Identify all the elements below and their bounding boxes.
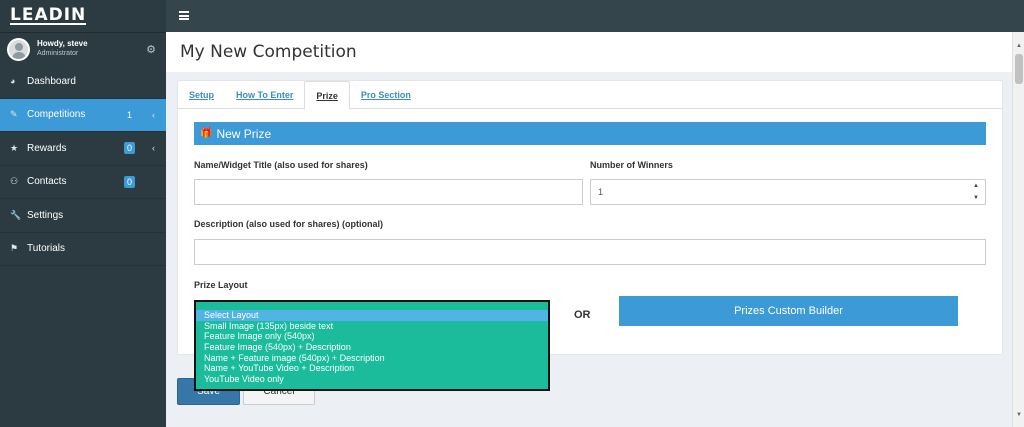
sidebar: LEADIN Howdy, steve Administrator ⚙ ◕ Da… bbox=[0, 0, 166, 427]
top-navbar bbox=[166, 0, 1024, 32]
tabs: Setup How To Enter Prize Pro Section bbox=[178, 81, 1002, 110]
stepper-down-icon[interactable]: ▼ bbox=[967, 192, 985, 204]
star-icon: ★ bbox=[10, 142, 19, 153]
sidebar-item-settings[interactable]: 🔧 Settings bbox=[0, 199, 166, 233]
scroll-up-icon[interactable]: ▲ bbox=[1013, 40, 1024, 52]
tab-setup[interactable]: Setup bbox=[178, 81, 225, 109]
competitions-count-badge: 1 bbox=[127, 109, 133, 120]
gift-icon: 🎁 bbox=[200, 128, 213, 139]
users-icon: ⚇ bbox=[10, 176, 19, 187]
name-field-label: Name/Widget Title (also used for shares) bbox=[194, 160, 368, 170]
prizes-custom-builder-button[interactable]: Prizes Custom Builder bbox=[619, 296, 958, 326]
description-input[interactable] bbox=[194, 239, 986, 265]
layout-option[interactable]: Small Image (135px) beside text bbox=[196, 321, 548, 332]
wrench-icon: 🔧 bbox=[10, 209, 22, 220]
sidebar-item-competitions[interactable]: ✎ Competitions 1 ‹ bbox=[0, 98, 166, 132]
user-role: Administrator bbox=[37, 50, 79, 57]
tab-how-to-enter[interactable]: How To Enter bbox=[225, 81, 304, 109]
scroll-down-icon[interactable]: ▼ bbox=[1013, 409, 1024, 421]
dashboard-icon: ◕ bbox=[10, 76, 16, 87]
tab-prize[interactable]: Prize bbox=[304, 81, 350, 110]
competition-form-box: Setup How To Enter Prize Pro Section 🎁 N… bbox=[177, 80, 1003, 391]
sidebar-menu: ◕ Dashboard ✎ Competitions 1 ‹ ★ Rewards… bbox=[0, 65, 166, 266]
layout-option[interactable]: Name + Feature image (540px) + Descripti… bbox=[196, 353, 548, 364]
pencil-icon: ✎ bbox=[10, 109, 18, 120]
layout-option[interactable]: YouTube Video only bbox=[196, 374, 548, 385]
prize-layout-label: Prize Layout bbox=[194, 280, 248, 290]
rewards-count-badge: 0 bbox=[124, 142, 136, 154]
brand-logo[interactable]: LEADIN bbox=[0, 0, 166, 32]
sidebar-item-dashboard[interactable]: ◕ Dashboard bbox=[0, 65, 166, 99]
tab-pro-section[interactable]: Pro Section bbox=[350, 81, 422, 109]
layout-option[interactable]: Feature Image (540px) + Description bbox=[196, 342, 548, 353]
sidebar-item-tutorials[interactable]: ⚑ Tutorials bbox=[0, 233, 166, 266]
user-greeting: Howdy, steve bbox=[37, 39, 88, 48]
winners-stepper[interactable]: ▲ ▼ bbox=[967, 180, 985, 204]
contacts-count-badge: 0 bbox=[124, 175, 136, 188]
avatar bbox=[7, 37, 30, 61]
winners-field-label: Number of Winners bbox=[590, 160, 673, 170]
gear-icon[interactable]: ⚙ bbox=[146, 43, 156, 56]
chevron-left-icon: ‹ bbox=[152, 143, 155, 153]
hamburger-menu-icon[interactable] bbox=[179, 11, 189, 20]
new-prize-header: 🎁 New Prize bbox=[194, 122, 986, 145]
stepper-up-icon[interactable]: ▲ bbox=[967, 180, 985, 192]
tag-icon: ⚑ bbox=[10, 243, 19, 254]
description-field-label: Description (also used for shares) (opti… bbox=[194, 219, 384, 229]
name-input[interactable] bbox=[194, 179, 583, 205]
sidebar-item-contacts[interactable]: ⚇ Contacts 0 bbox=[0, 166, 166, 199]
page-title: My New Competition bbox=[180, 42, 357, 62]
user-panel: Howdy, steve Administrator ⚙ bbox=[0, 32, 166, 65]
layout-option[interactable]: Feature Image only (540px) bbox=[196, 331, 548, 342]
page-scrollbar[interactable]: ▲ ▼ bbox=[1012, 32, 1024, 427]
page-header: My New Competition bbox=[166, 32, 1012, 72]
or-separator: OR bbox=[574, 309, 591, 321]
chevron-left-icon: ‹ bbox=[152, 109, 155, 120]
sidebar-item-rewards[interactable]: ★ Rewards 0 ‹ bbox=[0, 132, 166, 166]
winners-number-input[interactable]: 1 ▲ ▼ bbox=[590, 179, 986, 205]
layout-option[interactable]: Select Layout bbox=[196, 310, 548, 321]
scroll-thumb[interactable] bbox=[1015, 54, 1023, 84]
main-content: My New Competition Setup How To Enter Pr… bbox=[166, 32, 1012, 427]
layout-option[interactable]: Name + YouTube Video + Description bbox=[196, 363, 548, 374]
prize-layout-dropdown[interactable]: Select Layout Small Image (135px) beside… bbox=[194, 300, 550, 391]
